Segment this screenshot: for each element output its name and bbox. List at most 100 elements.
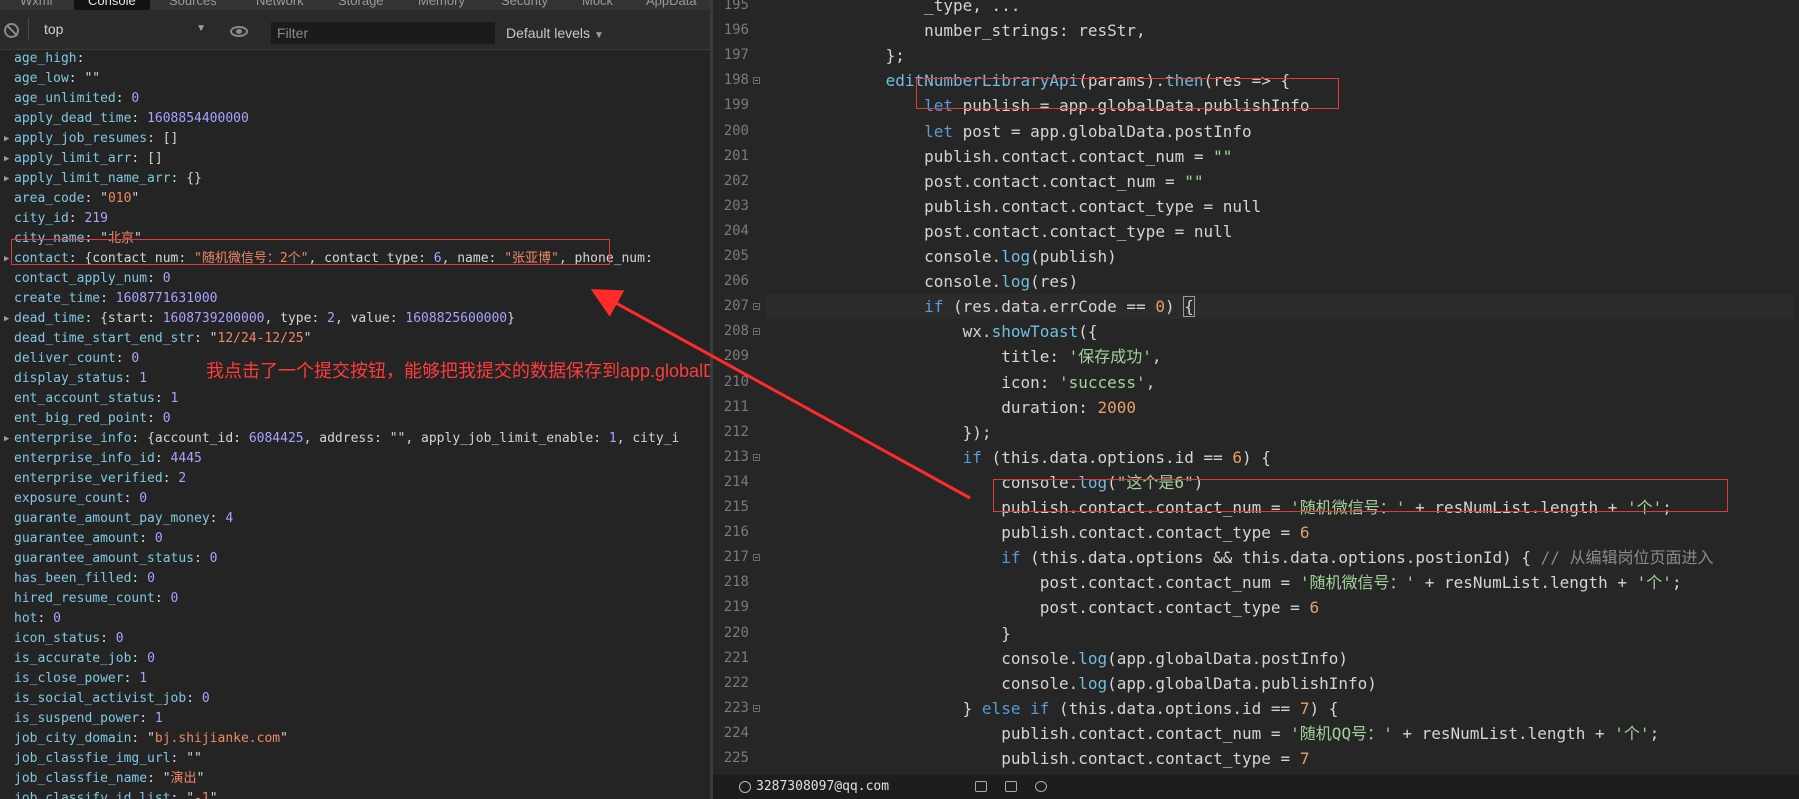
console-property-text: contact: {contact_num: "随机微信号：2个", conta…: [14, 251, 653, 266]
list-icon[interactable]: [975, 781, 987, 792]
chevron-down-icon: ▼: [196, 23, 206, 34]
user-email[interactable]: 3287308097@qq.com: [756, 775, 889, 799]
filter-input[interactable]: [271, 22, 495, 44]
code-line[interactable]: publish.contact.contact_type = 6: [770, 520, 1309, 545]
eye-icon[interactable]: [230, 26, 248, 37]
tab-network[interactable]: Network: [242, 0, 318, 10]
expand-arrow-icon[interactable]: ▶: [4, 149, 9, 169]
console-property-row: age_low: "": [0, 69, 710, 89]
code-line[interactable]: }: [770, 621, 1011, 646]
code-token: showToast: [991, 322, 1079, 342]
property-value: 6: [433, 251, 442, 266]
console-property-row[interactable]: ▶ apply_limit_name_arr: {}: [0, 169, 710, 189]
code-line[interactable]: number_strings: resStr,: [770, 18, 1146, 43]
tab-security[interactable]: Security: [487, 0, 562, 10]
property-value: 0: [201, 691, 210, 706]
code-line[interactable]: publish.contact.contact_num = "": [770, 144, 1232, 169]
property-value: , name:: [441, 251, 505, 266]
property-value: 0: [115, 631, 124, 646]
code-token: (params).: [1078, 71, 1165, 91]
console-property-text: icon_status: 0: [14, 631, 124, 646]
tab-wxml[interactable]: Wxml: [6, 0, 67, 10]
tab-mock[interactable]: Mock: [568, 0, 627, 10]
code-line[interactable]: _type, ...: [770, 0, 1020, 18]
tab-appdata[interactable]: AppData: [632, 0, 710, 10]
console-property-row[interactable]: ▶ apply_job_resumes: []: [0, 129, 710, 149]
property-value: , value:: [334, 311, 406, 326]
clear-console-icon[interactable]: [4, 23, 19, 38]
code-line[interactable]: if (res.data.errCode == 0) {: [765, 294, 1794, 320]
code-line[interactable]: } else if (this.data.options.id == 7) {: [770, 696, 1339, 721]
code-line[interactable]: publish.contact.contact_num = '随机微信号：' +…: [770, 495, 1672, 520]
code-line[interactable]: post.contact.contact_type = 6: [770, 595, 1319, 620]
expand-arrow-icon[interactable]: ▶: [4, 309, 9, 329]
code-line[interactable]: post.contact.contact_num = "": [770, 169, 1203, 194]
code-line[interactable]: console.log(publish): [770, 244, 1117, 269]
property-value: 1608739200000: [162, 311, 265, 326]
code-line[interactable]: };: [770, 43, 905, 68]
console-property-row[interactable]: ▶ apply_limit_arr: []: [0, 149, 710, 169]
property-key: is_suspend_power: [14, 711, 140, 726]
code-line[interactable]: publish.contact.contact_num = '随机QQ号：' +…: [770, 721, 1659, 746]
tab-memory[interactable]: Memory: [404, 0, 479, 10]
property-value: 北京: [107, 231, 134, 246]
code-line[interactable]: if (this.data.options && this.data.optio…: [770, 545, 1713, 570]
code-token: }: [770, 623, 1011, 643]
expand-arrow-icon[interactable]: ▶: [4, 429, 9, 449]
code-line[interactable]: publish.contact.contact_type = 7: [770, 746, 1309, 771]
code-line[interactable]: icon: 'success',: [770, 370, 1155, 395]
code-line[interactable]: let post = app.globalData.postInfo: [770, 119, 1252, 144]
property-key: has_been_filled: [14, 571, 132, 586]
console-property-row[interactable]: ▶ enterprise_info: {account_id: 6084425, …: [0, 429, 710, 449]
console-property-text: guarante_amount_pay_money: 4: [14, 511, 234, 526]
console-property-text: apply_limit_name_arr: {}: [14, 171, 202, 186]
console-property-text: has_been_filled: 0: [14, 571, 155, 586]
code-line[interactable]: console.log(app.globalData.publishInfo): [770, 671, 1377, 696]
code-line[interactable]: let publish = app.globalData.publishInfo: [770, 93, 1309, 118]
code-line[interactable]: if (this.data.options.id == 6) {: [770, 445, 1271, 470]
expand-arrow-icon[interactable]: ▶: [4, 249, 9, 269]
console-property-text: is_close_power: 1: [14, 671, 148, 686]
property-value: ": [196, 771, 205, 786]
user-icon[interactable]: [739, 781, 751, 793]
tab-sources[interactable]: Sources: [155, 0, 231, 10]
code-line[interactable]: post.contact.contact_num = '随机微信号：' + re…: [770, 570, 1682, 595]
console-property-text: is_social_activist_job: 0: [14, 691, 210, 706]
tab-storage[interactable]: Storage: [324, 0, 398, 10]
chevron-down-icon: ▼: [594, 30, 604, 41]
console-property-text: hired_resume_count: 0: [14, 591, 179, 606]
log-levels-dropdown[interactable]: Default levels ▼: [506, 22, 604, 44]
console-property-row[interactable]: ▶ contact: {contact_num: "随机微信号：2个", cont…: [0, 249, 710, 269]
console-property-row: hot: 0: [0, 609, 710, 629]
console-property-row: job_classfie_img_url: "": [0, 749, 710, 769]
expand-arrow-icon[interactable]: ▶: [4, 129, 9, 149]
code-line[interactable]: console.log("这个是6"): [770, 470, 1203, 495]
settings-icon[interactable]: [1035, 781, 1047, 792]
terminal-icon[interactable]: [1005, 781, 1017, 792]
code-area[interactable]: _type, ... number_strings: resStr, }; ed…: [713, 0, 1799, 793]
code-line[interactable]: publish.contact.contact_type = null: [770, 194, 1261, 219]
property-key: ent_account_status: [14, 391, 155, 406]
code-line[interactable]: });: [770, 420, 992, 445]
property-value: , apply_job_limit_enable:: [405, 431, 609, 446]
code-line[interactable]: title: '保存成功',: [770, 344, 1161, 369]
console-property-text: is_suspend_power: 1: [14, 711, 163, 726]
context-selector[interactable]: top ▼: [34, 17, 210, 41]
code-line[interactable]: post.contact.contact_type = null: [770, 219, 1232, 244]
expand-arrow-icon[interactable]: ▶: [4, 169, 9, 189]
property-key: create_time: [14, 291, 101, 306]
console-property-row[interactable]: ▶ dead_time: {start: 1608739200000, type:…: [0, 309, 710, 329]
property-value: 0: [147, 651, 155, 666]
console-property-text: dead_time_start_end_str: "12/24-12/25": [14, 331, 312, 346]
property-value: 演出: [170, 771, 197, 786]
tab-console[interactable]: Console: [74, 0, 150, 10]
code-line[interactable]: duration: 2000: [770, 395, 1136, 420]
code-line[interactable]: wx.showToast({: [770, 319, 1098, 344]
code-line[interactable]: console.log(app.globalData.postInfo): [770, 646, 1348, 671]
code-token: console.: [770, 472, 1079, 492]
property-value: , address:: [303, 431, 390, 446]
property-key: hot: [14, 611, 38, 626]
code-line[interactable]: console.log(res): [770, 269, 1078, 294]
code-line[interactable]: editNumberLibraryApi(params).then(res =>…: [770, 68, 1291, 93]
